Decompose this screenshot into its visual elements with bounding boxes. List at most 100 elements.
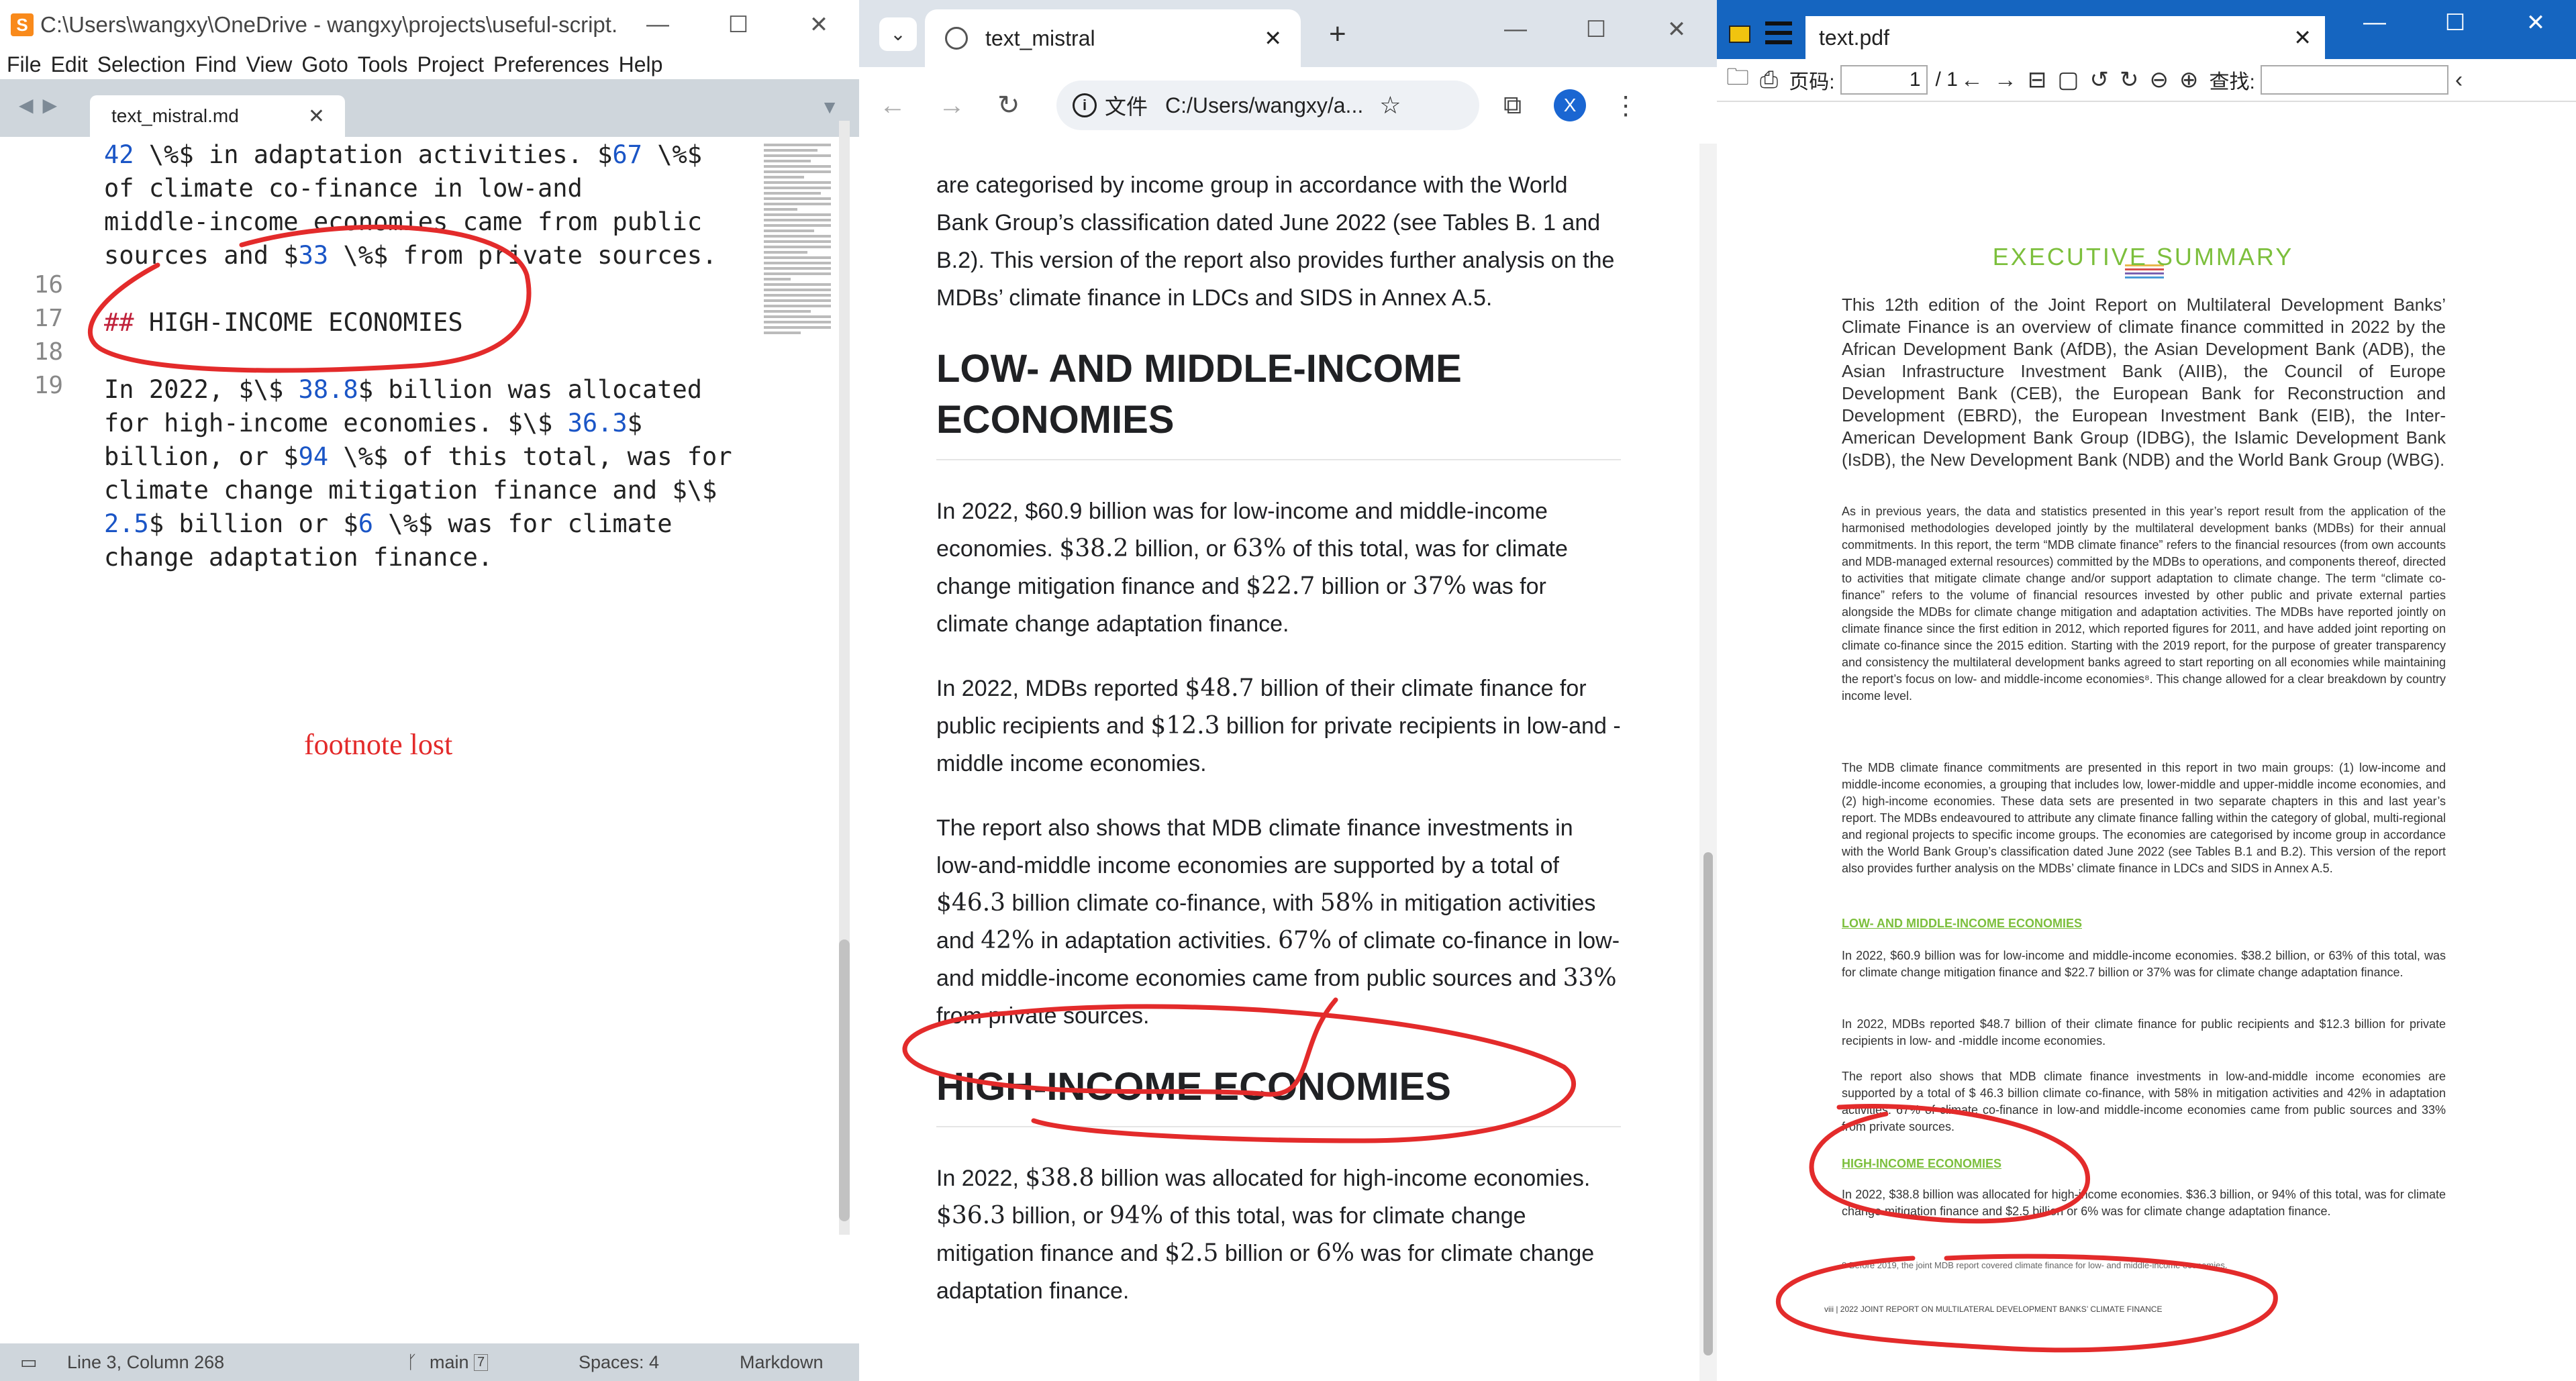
minimize-icon[interactable]: — <box>617 11 698 38</box>
menu-help[interactable]: Help <box>619 52 663 77</box>
prev-page-icon[interactable]: ← <box>1961 67 1983 93</box>
forward-icon[interactable]: → <box>938 91 997 121</box>
close-icon[interactable]: ✕ <box>1636 16 1717 43</box>
address-bar[interactable]: i 文件 C:/Users/wangxy/a... ☆ <box>1056 81 1479 130</box>
code-line: billion, or $94 \%$ of this total, was f… <box>104 442 732 471</box>
chrome-tab-title: text_mistral <box>985 25 1095 50</box>
rotate-right-icon[interactable]: ↻ <box>2120 66 2139 93</box>
minimap[interactable] <box>764 144 831 493</box>
minimize-icon[interactable]: — <box>2334 9 2415 36</box>
search-input[interactable] <box>2260 65 2448 95</box>
code-line: of climate co-finance in low-and <box>104 174 583 203</box>
menu-view[interactable]: View <box>246 52 293 77</box>
zoom-out-icon[interactable]: ⊖ <box>2150 66 2169 93</box>
page-total: / 1 <box>1935 68 1958 91</box>
pdf-section-low-middle: LOW- AND MIDDLE-INCOME ECONOMIES <box>1842 917 2082 930</box>
chrome-tab[interactable]: text_mistral ✕ <box>925 9 1301 67</box>
sublime-scrollbar[interactable] <box>839 121 850 1235</box>
page-number-input[interactable]: 1 <box>1840 65 1928 95</box>
new-tab-icon[interactable]: + <box>1329 17 1346 51</box>
git-branch[interactable]: main <box>430 1352 469 1373</box>
paragraph: In 2022, $60.9 billion was for low-incom… <box>936 499 1568 637</box>
git-branch-icon: ᚴ <box>407 1351 418 1372</box>
zoom-in-icon[interactable]: ⊕ <box>2179 66 2199 93</box>
menu-kebab-icon[interactable]: ⋮ <box>1613 91 1638 121</box>
maximize-icon[interactable]: ☐ <box>698 11 779 38</box>
chrome-window: ⌄ text_mistral ✕ + — ☐ ✕ ← → ↻ i 文件 C:/U… <box>859 0 1717 1381</box>
minimize-icon[interactable]: — <box>1475 16 1556 43</box>
fit-page-icon[interactable]: ⊟ <box>2028 66 2047 93</box>
pdf-toolbar: 🗀 ⎙ 页码: 1 / 1 ← → ⊟ ▢ ↺ ↻ ⊖ ⊕ 查找: ‹ <box>1717 59 2576 102</box>
tab-search-icon[interactable]: ⌄ <box>879 17 917 51</box>
info-icon[interactable]: i <box>1073 93 1097 117</box>
pdf-titlebar: text.pdf ✕ — ☐ ✕ <box>1717 0 2576 59</box>
close-icon[interactable]: ✕ <box>2495 9 2576 36</box>
menu-tools[interactable]: Tools <box>358 52 408 77</box>
back-icon[interactable]: ← <box>879 91 938 121</box>
chevron-left-icon[interactable]: ‹ <box>2455 67 2463 93</box>
git-count: 7 <box>474 1353 489 1371</box>
tab-text-mistral[interactable]: text_mistral.md ✕ <box>90 95 345 137</box>
chrome-scrollbar[interactable] <box>1699 144 1717 1381</box>
indent-setting[interactable]: Spaces: 4 <box>579 1352 659 1373</box>
scroll-thumb[interactable] <box>1703 852 1713 1356</box>
tab-close-icon[interactable]: ✕ <box>308 105 325 128</box>
syntax-setting[interactable]: Markdown <box>740 1352 824 1373</box>
code-line: 42 \%$ in adaptation activities. $67 \%$ <box>104 140 703 169</box>
tab-close-icon[interactable]: ✕ <box>1264 25 1282 51</box>
line-number: 19 <box>34 372 63 399</box>
line-number: 16 <box>34 271 63 299</box>
pdf-tab-title: text.pdf <box>1819 25 1889 50</box>
tab-nav-arrows-icon[interactable]: ◀▶ <box>19 94 66 116</box>
page-label: 页码: <box>1789 71 1835 93</box>
scroll-thumb[interactable] <box>839 939 850 1221</box>
profile-avatar[interactable]: X <box>1554 89 1587 121</box>
maximize-icon[interactable]: ☐ <box>2415 9 2495 36</box>
chrome-page-content: are categorised by income group in accor… <box>859 144 1699 1381</box>
tab-dropdown-icon[interactable]: ▼ <box>820 97 839 118</box>
tab-close-icon[interactable]: ✕ <box>2293 25 2312 50</box>
menu-edit[interactable]: Edit <box>51 52 88 77</box>
reload-icon[interactable]: ↻ <box>997 90 1056 121</box>
pdf-document-area[interactable]: EXECUTIVE SUMMARY This 12th edition of t… <box>1717 102 2576 1381</box>
paragraph: The report also shows that MDB climate f… <box>936 815 1620 1029</box>
pdf-tab[interactable]: text.pdf ✕ <box>1805 16 2325 59</box>
sublime-editor[interactable]: 16 17 18 19 42 \%$ in adaptation activit… <box>0 137 859 1343</box>
code-line: climate change mitigation finance and $\… <box>104 476 717 505</box>
rotate-left-icon[interactable]: ↺ <box>2090 66 2110 93</box>
rendered-markdown: are categorised by income group in accor… <box>936 156 1621 1337</box>
chrome-tabstrip: ⌄ text_mistral ✕ + — ☐ ✕ <box>859 0 1717 67</box>
cursor-position[interactable]: Line 3, Column 268 <box>67 1352 224 1373</box>
fit-width-icon[interactable]: ▢ <box>2057 66 2079 93</box>
print-icon[interactable]: ⎙ <box>1760 67 1778 93</box>
menu-project[interactable]: Project <box>417 52 484 77</box>
menu-goto[interactable]: Goto <box>301 52 348 77</box>
code-line: middle-income economies came from public <box>104 207 703 236</box>
menu-find[interactable]: Find <box>195 52 236 77</box>
menu-file[interactable]: File <box>7 52 42 77</box>
panel-toggle-icon[interactable]: ▭ <box>20 1352 38 1373</box>
pdf-paragraph-2: As in previous years, the data and stati… <box>1842 505 2446 703</box>
bookmark-star-icon[interactable]: ☆ <box>1379 91 1401 119</box>
close-icon[interactable]: ✕ <box>779 11 859 38</box>
next-page-icon[interactable]: → <box>1994 67 2017 93</box>
paragraph: In 2022, $38.8 billion was allocated for… <box>936 1164 1595 1304</box>
sublime-app-icon: S <box>11 13 34 36</box>
maximize-icon[interactable]: ☐ <box>1556 16 1636 43</box>
paragraph: In 2022, MDBs reported $48.7 billion of … <box>936 674 1621 776</box>
pdf-window: text.pdf ✕ — ☐ ✕ 🗀 ⎙ 页码: 1 / 1 ← → ⊟ ▢ ↺… <box>1717 0 2576 1381</box>
menu-selection[interactable]: Selection <box>97 52 186 77</box>
decorative-rule <box>2125 272 2164 274</box>
hamburger-menu-icon[interactable] <box>1765 21 1792 44</box>
pdf-paragraph-3: The MDB climate finance commitments are … <box>1842 761 2446 875</box>
sublime-window-title: C:\Users\wangxy\OneDrive - wangxy\projec… <box>40 12 617 37</box>
menu-preferences[interactable]: Preferences <box>493 52 609 77</box>
extensions-icon[interactable]: ⧉ <box>1503 91 1522 120</box>
code-line: sources and $33 \%$ from private sources… <box>104 241 717 270</box>
sublime-tabbar: ◀▶ text_mistral.md ✕ ▼ <box>0 79 859 137</box>
code-line: In 2022, $\$ 38.8$ billion was allocated <box>104 375 703 404</box>
pdf-paragraph-6: The report also shows that MDB climate f… <box>1842 1070 2446 1133</box>
open-folder-icon[interactable]: 🗀 <box>1726 61 1749 99</box>
decorative-rule <box>2125 276 2164 278</box>
